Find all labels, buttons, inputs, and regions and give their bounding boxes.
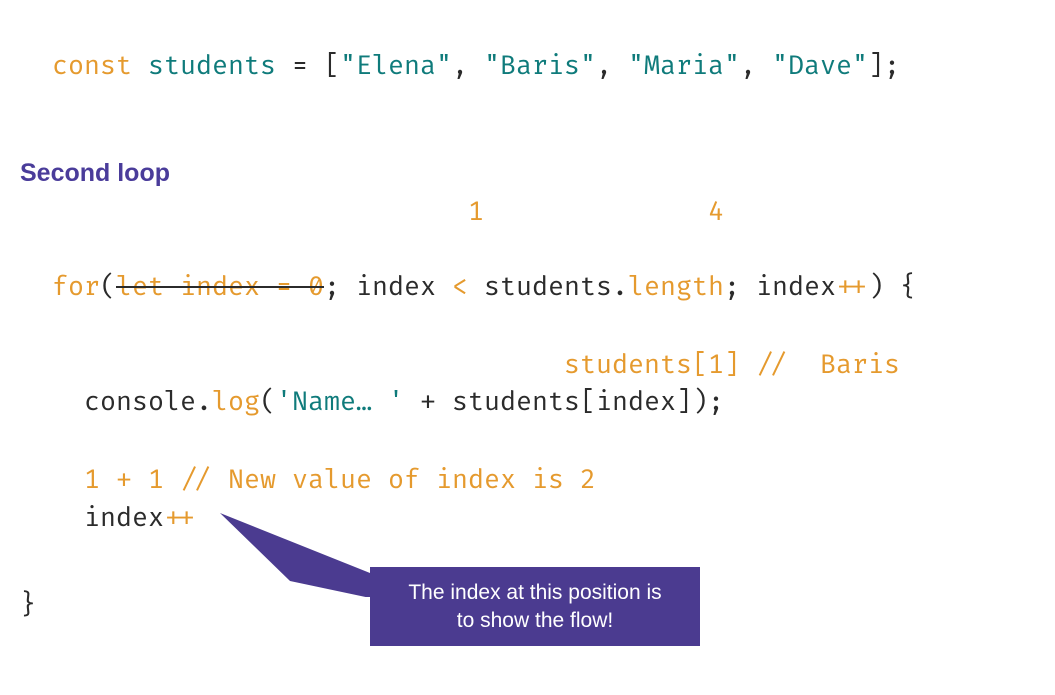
annotation-index-and-length-values: 1 4 [20, 194, 1035, 232]
operator-plusplus: ++ [164, 502, 196, 534]
pad [484, 196, 708, 228]
paren-open: ( [100, 271, 116, 303]
identifier-students: students [148, 50, 276, 82]
semi-index: ; index [324, 271, 452, 303]
code-line-index-plusplus: index++ [20, 500, 1035, 538]
comma: , [596, 50, 628, 82]
code-line-const-students: const students = ["Elena", "Baris", "Mar… [20, 10, 1035, 85]
callout-line-1: The index at this position is [384, 579, 686, 606]
annotation-text: students[1] // Baris [564, 349, 900, 381]
text-students-dot: students. [468, 271, 628, 303]
space [132, 50, 148, 82]
method-log: log [212, 386, 260, 418]
callout-line-2: to show the flow! [384, 607, 686, 634]
annotation-text: 1 + 1 // New value of index is 2 [84, 464, 596, 496]
comma: , [452, 50, 484, 82]
paren-open: ( [260, 386, 276, 418]
paren-close-brace: ) { [868, 271, 916, 303]
semi-index2: ; index [724, 271, 836, 303]
annotation-students-1-baris: students[1] // Baris [20, 347, 1035, 385]
indent [20, 386, 84, 418]
callout-box: The index at this position is to show th… [370, 567, 700, 646]
string-baris: "Baris" [484, 50, 596, 82]
comma: , [740, 50, 772, 82]
string-dave: "Dave" [772, 50, 868, 82]
value-index-1: 1 [468, 196, 484, 228]
pad [20, 349, 564, 381]
indent [20, 502, 84, 534]
console-dot: console. [84, 386, 212, 418]
keyword-const: const [52, 50, 132, 82]
plus-students-index: + students[index]); [404, 386, 724, 418]
string-elena: "Elena" [340, 50, 452, 82]
string-maria: "Maria" [628, 50, 740, 82]
close-bracket-semi: ]; [868, 50, 900, 82]
callout-region: The index at this position is to show th… [20, 537, 1035, 677]
annotation-new-value-of-index: 1 + 1 // New value of index is 2 [20, 462, 1035, 500]
operator-lt: < [452, 271, 468, 303]
code-line-for: for(let index = 0; index < students.leng… [20, 231, 1035, 306]
operator-plusplus: ++ [836, 271, 868, 303]
code-line-console-log: console.log('Name… ' + students[index]); [20, 384, 1035, 422]
keyword-for: for [52, 271, 100, 303]
string-name: 'Name… ' [276, 386, 404, 418]
struck-let-index-0: let index = 0 [116, 271, 324, 303]
identifier-index: index [84, 502, 164, 534]
code-line-close-brace: } [20, 587, 36, 625]
indent [20, 464, 84, 496]
section-heading-second-loop: Second loop [20, 155, 1035, 191]
equals-bracket: = [ [276, 50, 340, 82]
pad [20, 196, 468, 228]
value-length-4: 4 [708, 196, 724, 228]
property-length: length [628, 271, 724, 303]
